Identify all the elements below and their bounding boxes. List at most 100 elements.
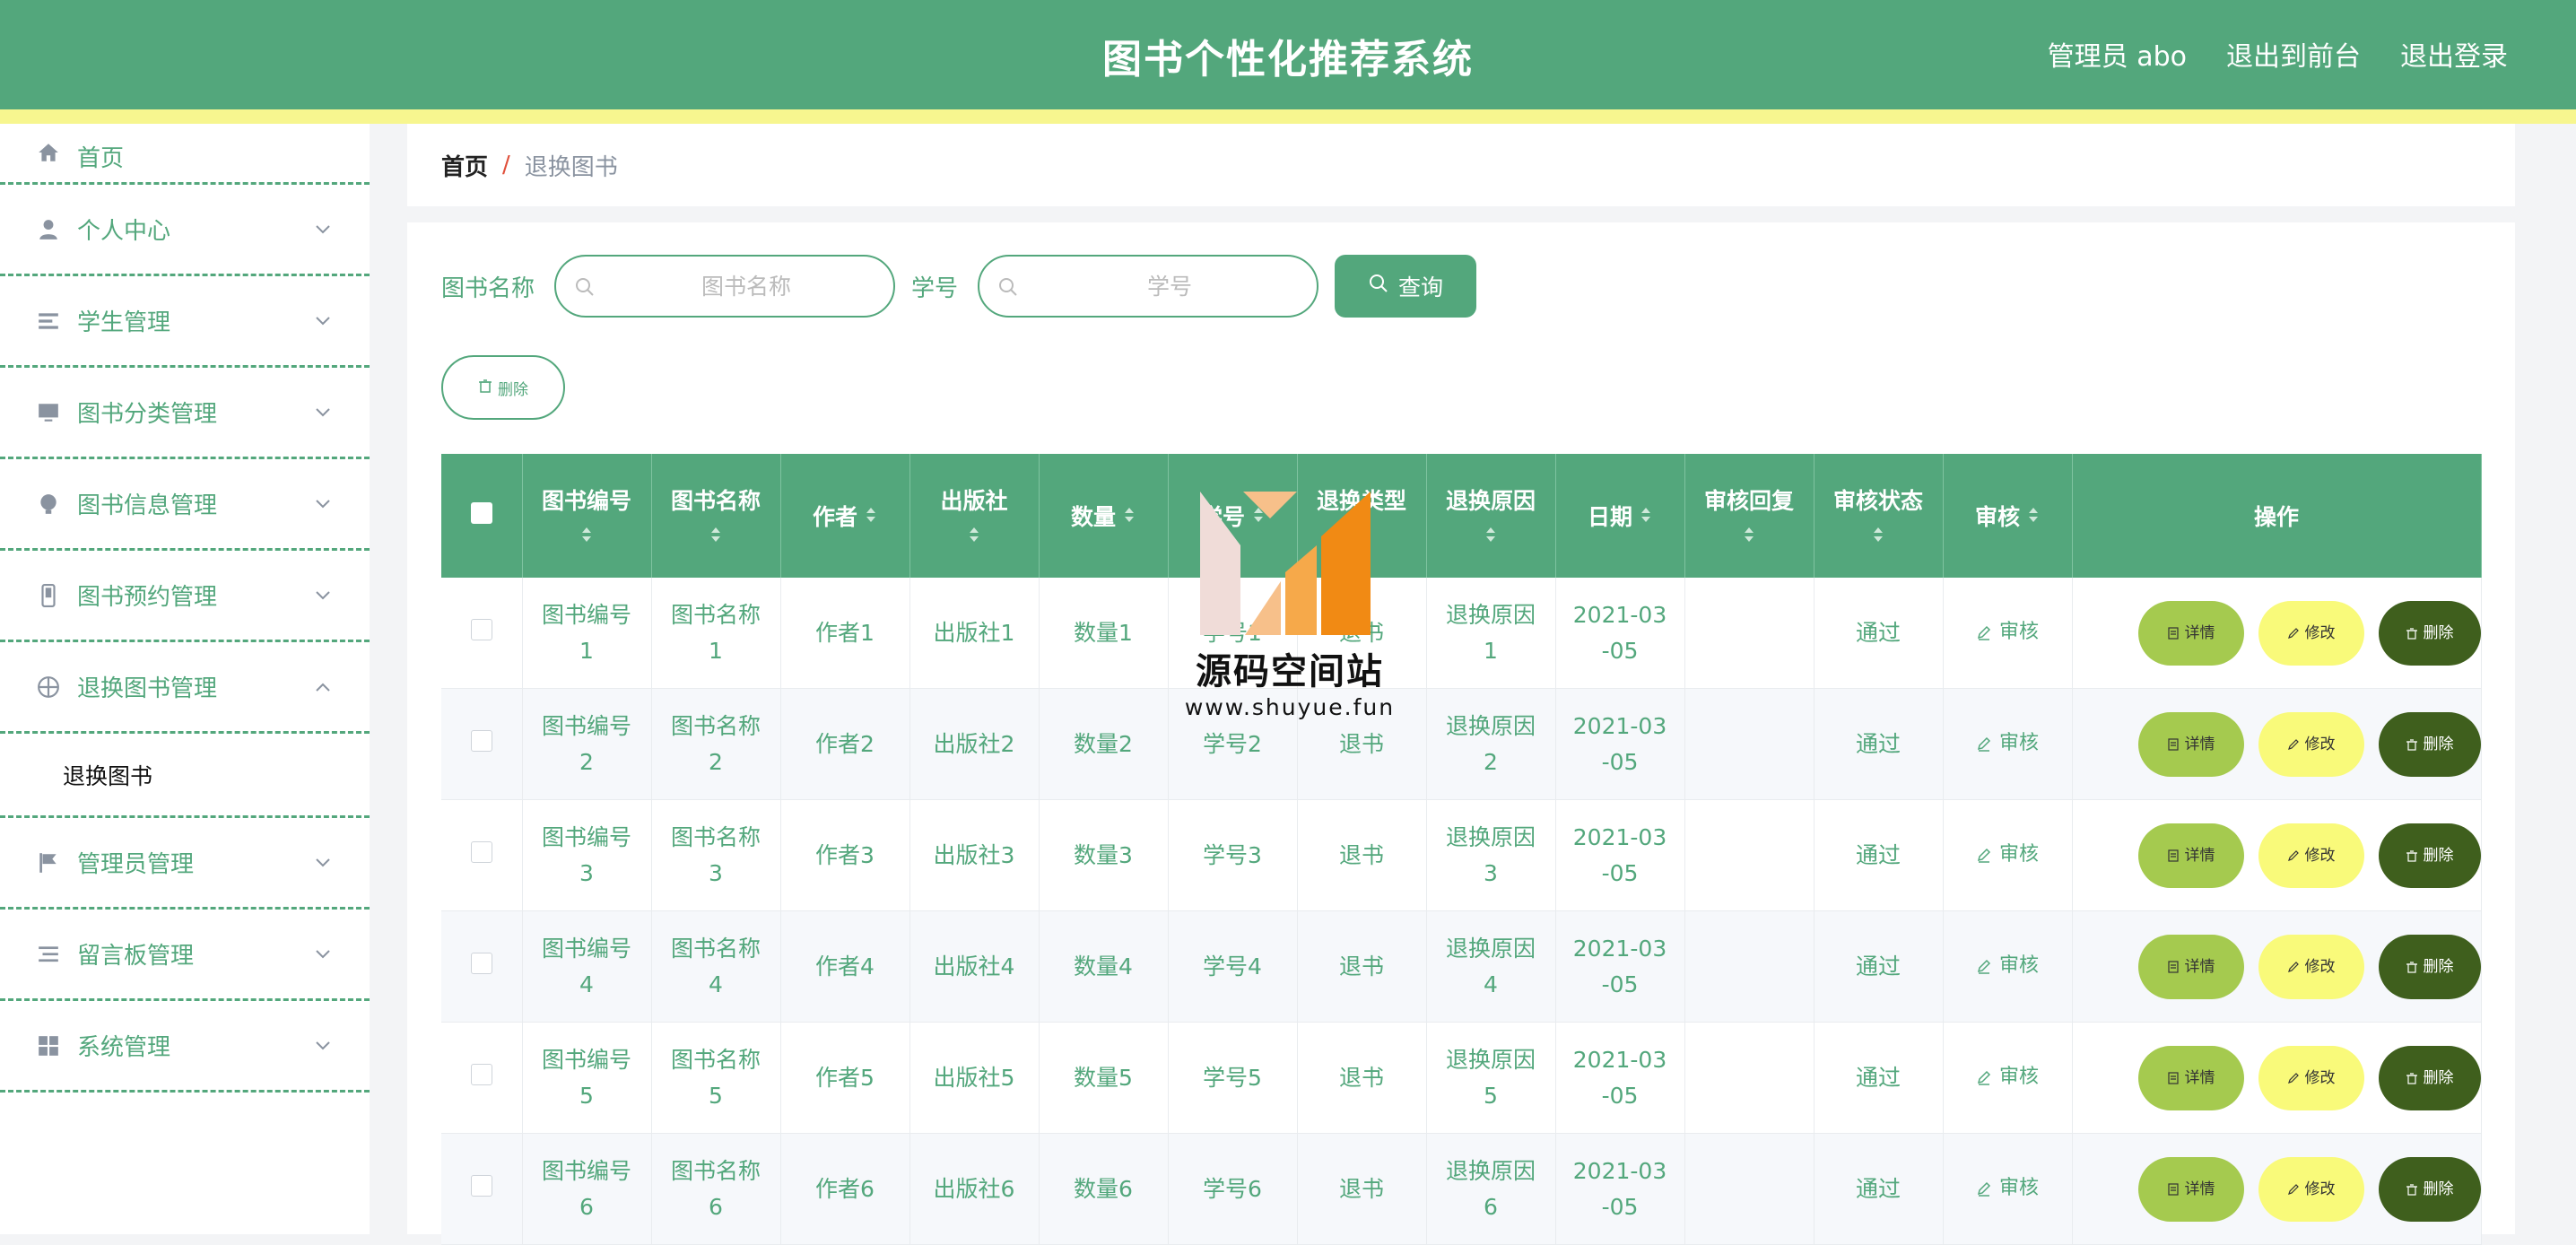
cell-student-no-value: 学号6 bbox=[1203, 1175, 1262, 1202]
delete-button[interactable]: 删除 bbox=[2378, 600, 2481, 666]
edit-button[interactable]: 修改 bbox=[2258, 1045, 2364, 1110]
cell-student-no: 学号4 bbox=[1168, 910, 1298, 1023]
cell-return-reason-value: 退换原因4 bbox=[1445, 935, 1536, 997]
edit-button[interactable]: 修改 bbox=[2258, 1156, 2364, 1222]
detail-button[interactable]: 详情 bbox=[2137, 600, 2244, 666]
trash-icon bbox=[2406, 627, 2417, 640]
detail-button[interactable]: 详情 bbox=[2137, 823, 2244, 888]
cell-publisher-value: 出版社1 bbox=[933, 619, 1015, 646]
cell-book-name: 图书名称4 bbox=[651, 910, 781, 1023]
col-header-quantity[interactable]: 数量 bbox=[1039, 454, 1169, 578]
cell-actions: 详情 修改 删除 bbox=[2072, 1022, 2482, 1134]
admin-user-label[interactable]: 管理员 abo bbox=[2048, 34, 2187, 74]
cell-date-value: 2021-03-05 bbox=[1572, 712, 1667, 775]
sidebar-item-book-info-management[interactable]: 图书信息管理 bbox=[0, 459, 370, 551]
cell-quantity-value: 数量6 bbox=[1074, 1175, 1133, 1202]
breadcrumb-home[interactable]: 首页 bbox=[441, 149, 488, 182]
audit-link[interactable]: 审核 bbox=[1976, 1171, 2039, 1206]
col-header-return-reason[interactable]: 退换原因 bbox=[1426, 454, 1556, 578]
edit-button[interactable]: 修改 bbox=[2258, 823, 2364, 888]
edit-icon bbox=[1977, 1070, 1991, 1085]
sidebar-subitem-return-books[interactable]: 退换图书 bbox=[0, 734, 370, 818]
detail-button[interactable]: 详情 bbox=[2137, 711, 2244, 777]
exit-to-front-link[interactable]: 退出到前台 bbox=[2226, 34, 2361, 74]
delete-button[interactable]: 删除 bbox=[2378, 1045, 2481, 1110]
row-checkbox[interactable] bbox=[470, 729, 492, 752]
sidebar-item-admin-management[interactable]: 管理员管理 bbox=[0, 818, 370, 910]
sidebar-item-home[interactable]: 首页 bbox=[0, 124, 370, 185]
table-body: 图书编号1 图书名称1 作者1 出版社1 数量1 学号1 退书 退换原因1 2021-03-05… bbox=[441, 578, 2482, 1245]
delete-button[interactable]: 删除 bbox=[2378, 711, 2481, 777]
audit-link-label: 审核 bbox=[1998, 843, 2039, 866]
logout-link[interactable]: 退出登录 bbox=[2400, 34, 2508, 74]
monitor-icon bbox=[36, 400, 61, 425]
edit-button[interactable]: 修改 bbox=[2258, 600, 2364, 666]
detail-button[interactable]: 详情 bbox=[2137, 934, 2244, 999]
audit-link[interactable]: 审核 bbox=[1976, 726, 2039, 762]
col-header-date[interactable]: 日期 bbox=[1555, 454, 1685, 578]
book-name-input[interactable] bbox=[556, 257, 894, 316]
col-header-label: 退换类型 bbox=[1316, 487, 1406, 514]
edit-icon bbox=[1977, 848, 1991, 863]
col-header-book-no[interactable]: 图书编号 bbox=[522, 454, 652, 578]
delete-button[interactable]: 删除 bbox=[2378, 823, 2481, 888]
delete-button[interactable]: 删除 bbox=[2378, 1156, 2481, 1222]
delete-button-label: 删除 bbox=[2423, 846, 2454, 865]
row-checkbox[interactable] bbox=[470, 1063, 492, 1085]
col-header-student-no[interactable]: 学号 bbox=[1168, 454, 1298, 578]
query-button[interactable]: 查询 bbox=[1335, 255, 1477, 318]
audit-link[interactable]: 审核 bbox=[1976, 948, 2039, 984]
sidebar-item-message-board[interactable]: 留言板管理 bbox=[0, 910, 370, 1001]
edit-button[interactable]: 修改 bbox=[2258, 934, 2364, 999]
delete-button-label: 删除 bbox=[2423, 1068, 2454, 1087]
table-row: 图书编号3 图书名称3 作者3 出版社3 数量3 学号3 退书 退换原因3 2021-03-05… bbox=[441, 799, 2482, 911]
cell-audit-status-value: 通过 bbox=[1855, 730, 1901, 757]
cell-audit-status: 通过 bbox=[1814, 1022, 1944, 1134]
cell-book-no: 图书编号3 bbox=[522, 799, 652, 911]
sidebar-item-label: 系统管理 bbox=[77, 1034, 171, 1061]
col-header-audit-reply[interactable]: 审核回复 bbox=[1684, 454, 1815, 578]
sidebar-item-return-management[interactable]: 退换图书管理 bbox=[0, 642, 370, 734]
row-checkbox[interactable] bbox=[470, 952, 492, 974]
detail-button[interactable]: 详情 bbox=[2137, 1045, 2244, 1110]
sidebar-item-student-management[interactable]: 学生管理 bbox=[0, 276, 370, 368]
col-header-publisher[interactable]: 出版社 bbox=[909, 454, 1040, 578]
sidebar-item-personal-center[interactable]: 个人中心 bbox=[0, 185, 370, 276]
delete-button-label: 删除 bbox=[2423, 623, 2454, 642]
audit-link[interactable]: 审核 bbox=[1976, 614, 2039, 650]
edit-button[interactable]: 修改 bbox=[2258, 711, 2364, 777]
select-all-checkbox[interactable] bbox=[470, 502, 492, 524]
student-no-input[interactable] bbox=[979, 257, 1318, 316]
sidebar-item-reservation-management[interactable]: 图书预约管理 bbox=[0, 551, 370, 642]
sidebar-item-label: 学生管理 bbox=[77, 309, 171, 336]
cell-publisher: 出版社1 bbox=[909, 578, 1040, 689]
delete-button[interactable]: 删除 bbox=[2378, 934, 2481, 999]
col-header-audit-status[interactable]: 审核状态 bbox=[1814, 454, 1944, 578]
cell-audit: 审核 bbox=[1943, 910, 2073, 1023]
cell-actions: 详情 修改 删除 bbox=[2072, 578, 2482, 689]
cell-book-name-value: 图书名称1 bbox=[670, 601, 761, 664]
col-header-return-type[interactable]: 退换类型 bbox=[1297, 454, 1427, 578]
book-name-label: 图书名称 bbox=[441, 274, 535, 302]
detail-button[interactable]: 详情 bbox=[2137, 1156, 2244, 1222]
row-actions: 详情 修改 删除 bbox=[2073, 934, 2481, 999]
row-checkbox[interactable] bbox=[470, 618, 492, 640]
col-header-label: 日期 bbox=[1587, 504, 1632, 530]
audit-link[interactable]: 审核 bbox=[1976, 837, 2039, 873]
cell-book-name-value: 图书名称5 bbox=[670, 1046, 761, 1109]
col-header-book-name[interactable]: 图书名称 bbox=[651, 454, 781, 578]
col-header-author[interactable]: 作者 bbox=[780, 454, 910, 578]
row-checkbox[interactable] bbox=[470, 1174, 492, 1197]
cell-audit-status-value: 通过 bbox=[1855, 1064, 1901, 1091]
cell-return-type-value: 退书 bbox=[1338, 619, 1384, 646]
audit-link[interactable]: 审核 bbox=[1976, 1059, 2039, 1095]
col-header-actions: 操作 bbox=[2072, 454, 2482, 578]
sidebar-item-category-management[interactable]: 图书分类管理 bbox=[0, 368, 370, 459]
sidebar-item-system-management[interactable]: 系统管理 bbox=[0, 1001, 370, 1093]
cell-date: 2021-03-05 bbox=[1555, 1022, 1685, 1134]
batch-delete-button[interactable]: 删除 bbox=[441, 355, 565, 420]
col-header-audit[interactable]: 审核 bbox=[1943, 454, 2073, 578]
select-cell bbox=[441, 799, 523, 911]
row-checkbox[interactable] bbox=[470, 840, 492, 863]
cell-author: 作者2 bbox=[780, 688, 910, 800]
